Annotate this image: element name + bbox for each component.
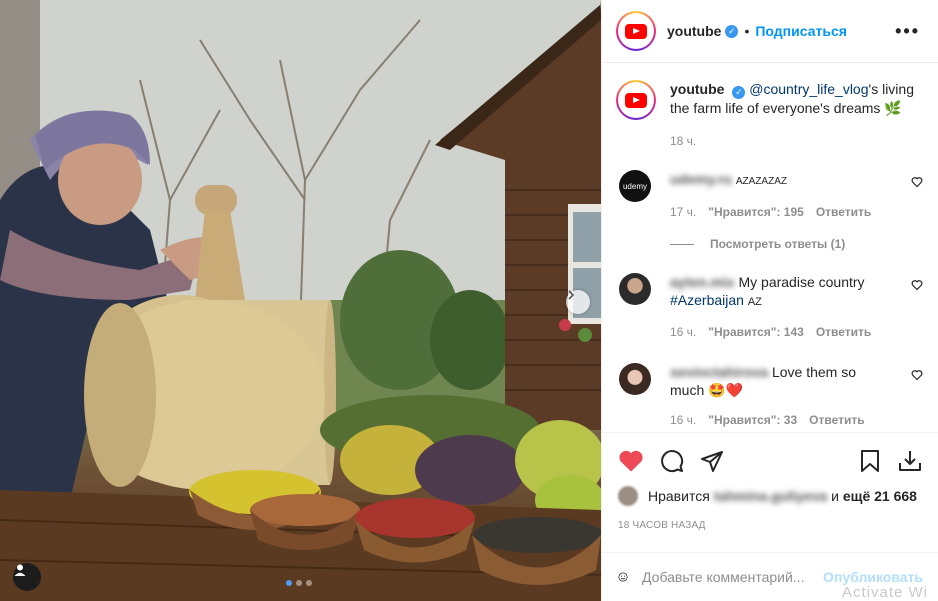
bookmark-icon [861,449,879,472]
comment-text: My paradise country [738,274,865,290]
heart-filled-icon [619,450,643,471]
like-comment-icon[interactable] [911,176,923,188]
comment-suffix: AZ [747,296,762,308]
post-photo[interactable] [0,0,601,601]
next-photo-button[interactable] [566,290,590,314]
reply-button[interactable]: Ответить [816,203,871,221]
comment-text: AZAZAZAZ [735,176,787,187]
carousel-dot [306,580,312,586]
publish-button[interactable]: Опубликовать [823,569,923,585]
likes-prefix: Нравится [648,488,710,504]
comment-hashtag-link[interactable]: #Azerbaijan [670,292,744,308]
follow-button[interactable]: Подписаться [755,23,847,39]
verified-badge-icon: ✓ [732,86,746,99]
comment-meta: 17 ч. "Нравится": 195 Ответить [670,203,890,221]
emoji-icon[interactable] [618,565,628,589]
header-separator: • [744,23,750,39]
likes-middle: и [831,488,839,504]
download-button[interactable] [897,449,923,473]
photo-scene [0,0,601,601]
comment-item: udemy udemy.ru AZAZAZAZ 17 ч. "Нравится"… [616,170,925,221]
comment-meta: 16 ч. "Нравится": 33 Ответить [670,411,890,429]
caption-mention-link[interactable]: @country_life_vlog [749,81,868,97]
caption-username[interactable]: youtube [670,81,724,97]
caption-time[interactable]: 18 ч. [670,134,925,148]
comment-time[interactable]: 16 ч. [670,323,696,341]
post-caption: youtube ✓ @country_life_vlog's living th… [616,80,925,120]
avatar[interactable] [619,273,651,305]
avatar-label: udemy [622,181,647,191]
youtube-logo-icon [625,23,647,39]
carousel-indicator [286,580,312,586]
comment-username[interactable]: udemy.ru [670,171,732,187]
comment-icon [661,449,684,472]
save-button[interactable] [859,449,881,473]
youtube-logo-icon [625,92,647,108]
comment-likes[interactable]: "Нравится": 195 [708,203,804,221]
post-time-ago[interactable]: 18 ЧАСОВ НАЗАД [618,520,706,531]
likes-user[interactable]: tahmina.guliyeva [714,488,828,504]
like-comment-icon[interactable] [911,369,923,381]
carousel-dot [296,580,302,586]
comment-time[interactable]: 17 ч. [670,203,696,221]
comment-item: sevinctahirova Love them so much 🤩❤️ 16 … [616,363,925,429]
share-icon [701,450,723,472]
header-username[interactable]: youtube [667,23,721,39]
comment-time[interactable]: 16 ч. [670,411,696,429]
avatar[interactable] [618,486,638,506]
comment-meta: 16 ч. "Нравится": 143 Ответить [670,323,890,341]
comment-username[interactable]: sevinctahirova [670,364,768,380]
comment-username[interactable]: ayten.mix [670,274,735,290]
view-replies-label: Посмотреть ответы (1) [710,237,846,251]
reply-button[interactable]: Ответить [816,323,871,341]
comment-input[interactable] [642,569,824,585]
likes-count[interactable]: ещё 21 668 [843,488,917,504]
likes-summary: Нравится tahmina.guliyeva и ещё 21 668 [618,486,917,506]
more-options-icon[interactable]: ••• [895,21,924,42]
user-icon [14,564,26,576]
tagged-users-button[interactable] [13,563,41,591]
comment-likes[interactable]: "Нравится": 143 [708,323,804,341]
comment-button[interactable] [660,449,684,473]
like-button[interactable] [618,449,644,473]
chevron-right-icon [568,290,575,300]
windows-activation-watermark: Activate Wi [841,584,928,601]
reply-button[interactable]: Ответить [809,411,864,429]
post-side-panel: youtube ✓ • Подписаться ••• youtube ✓ @c… [601,0,938,601]
carousel-dot [286,580,292,586]
post-actions-bar [602,432,938,488]
like-comment-icon[interactable] [911,279,923,291]
post-header: youtube ✓ • Подписаться ••• [602,0,938,63]
share-button[interactable] [700,449,724,473]
comments-list[interactable]: youtube ✓ @country_life_vlog's living th… [602,64,938,432]
download-icon [899,450,921,471]
caption-emoji: 🌿 [884,100,902,116]
view-replies-button[interactable]: Посмотреть ответы (1) [670,237,925,251]
avatar[interactable]: udemy [619,170,651,202]
avatar[interactable] [616,11,656,51]
comment-likes[interactable]: "Нравится": 33 [708,411,797,429]
avatar[interactable] [616,80,656,120]
avatar[interactable] [619,363,651,395]
comment-item: ayten.mix My paradise country #Azerbaija… [616,273,925,341]
comment-emoji: 🤩❤️ [708,382,743,398]
verified-badge-icon: ✓ [725,24,739,38]
